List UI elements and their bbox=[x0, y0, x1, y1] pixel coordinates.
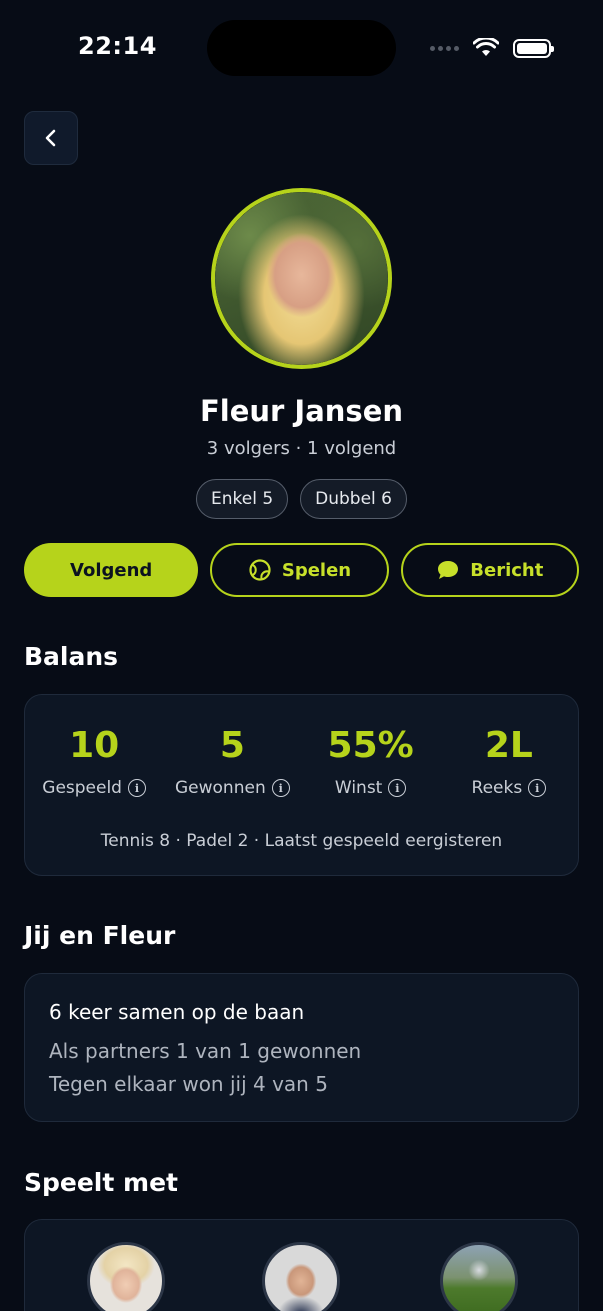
stat-win-rate: 55% Winst i bbox=[302, 725, 440, 798]
play-button[interactable]: Spelen bbox=[210, 543, 389, 597]
stat-label: Gespeeld bbox=[42, 778, 122, 798]
profile-screen: 22:14 Fleur Jansen 3 volgers · 1 volgend… bbox=[0, 0, 603, 1311]
profile-name: Fleur Jansen bbox=[199, 394, 404, 428]
status-time: 22:14 bbox=[78, 32, 157, 60]
balance-card: 10 Gespeeld i 5 Gewonnen i 55% Winst i 2L R… bbox=[24, 694, 579, 876]
chip-single-level: Enkel 5 bbox=[195, 479, 289, 519]
action-buttons: Volgend Spelen Bericht bbox=[24, 543, 579, 597]
stat-value: 5 bbox=[219, 725, 245, 766]
battery-icon bbox=[513, 38, 554, 58]
play-label: Spelen bbox=[281, 559, 352, 581]
stat-value: 55% bbox=[327, 725, 414, 766]
signal-icon bbox=[430, 45, 459, 51]
status-icons bbox=[430, 38, 554, 58]
together-summary: 6 keer samen op de baan bbox=[49, 1000, 305, 1024]
stat-label: Gewonnen bbox=[175, 778, 266, 798]
stat-value: 10 bbox=[69, 725, 120, 766]
stat-label: Reeks bbox=[471, 778, 523, 798]
chat-bubble-icon bbox=[438, 561, 459, 579]
together-title: Jij en Fleur bbox=[24, 921, 176, 950]
info-icon[interactable]: i bbox=[271, 779, 290, 797]
plays-with-title: Speelt met bbox=[24, 1168, 178, 1197]
stat-label: Winst bbox=[334, 778, 383, 798]
info-icon[interactable]: i bbox=[388, 779, 407, 797]
player-avatar[interactable] bbox=[440, 1242, 518, 1311]
following-label: Volgend bbox=[70, 559, 153, 581]
back-button[interactable] bbox=[24, 111, 78, 165]
together-opponents: Tegen elkaar won jij 4 van 5 bbox=[49, 1072, 328, 1096]
level-chips: Enkel 5 Dubbel 6 bbox=[0, 479, 603, 519]
message-label: Bericht bbox=[470, 559, 544, 581]
plays-with-card bbox=[24, 1219, 579, 1311]
avatar-photo bbox=[215, 192, 388, 365]
stat-played: 10 Gespeeld i bbox=[25, 725, 163, 798]
stat-streak: 2L Reeks i bbox=[440, 725, 578, 798]
follow-info: 3 volgers · 1 volgend bbox=[206, 438, 397, 459]
profile-avatar bbox=[211, 188, 392, 369]
balance-title: Balans bbox=[24, 642, 119, 671]
wifi-icon bbox=[473, 38, 499, 56]
player-avatar[interactable] bbox=[262, 1242, 340, 1311]
info-icon[interactable]: i bbox=[127, 779, 146, 797]
tennis-ball-icon bbox=[249, 559, 271, 581]
together-partners: Als partners 1 van 1 gewonnen bbox=[49, 1039, 362, 1063]
dynamic-island bbox=[207, 20, 396, 76]
stats-footer: Tennis 8 · Padel 2 · Laatst gespeeld eer… bbox=[100, 831, 503, 851]
player-avatar[interactable] bbox=[87, 1242, 165, 1311]
message-button[interactable]: Bericht bbox=[400, 543, 579, 597]
info-icon[interactable]: i bbox=[528, 779, 547, 797]
stat-value: 2L bbox=[484, 725, 533, 766]
chip-double-level: Dubbel 6 bbox=[300, 479, 407, 519]
stats-row: 10 Gespeeld i 5 Gewonnen i 55% Winst i 2L R… bbox=[25, 725, 578, 798]
chevron-left-icon bbox=[45, 129, 56, 147]
stat-won: 5 Gewonnen i bbox=[163, 725, 301, 798]
following-button[interactable]: Volgend bbox=[24, 543, 199, 597]
together-card: 6 keer samen op de baan Als partners 1 v… bbox=[24, 973, 579, 1122]
